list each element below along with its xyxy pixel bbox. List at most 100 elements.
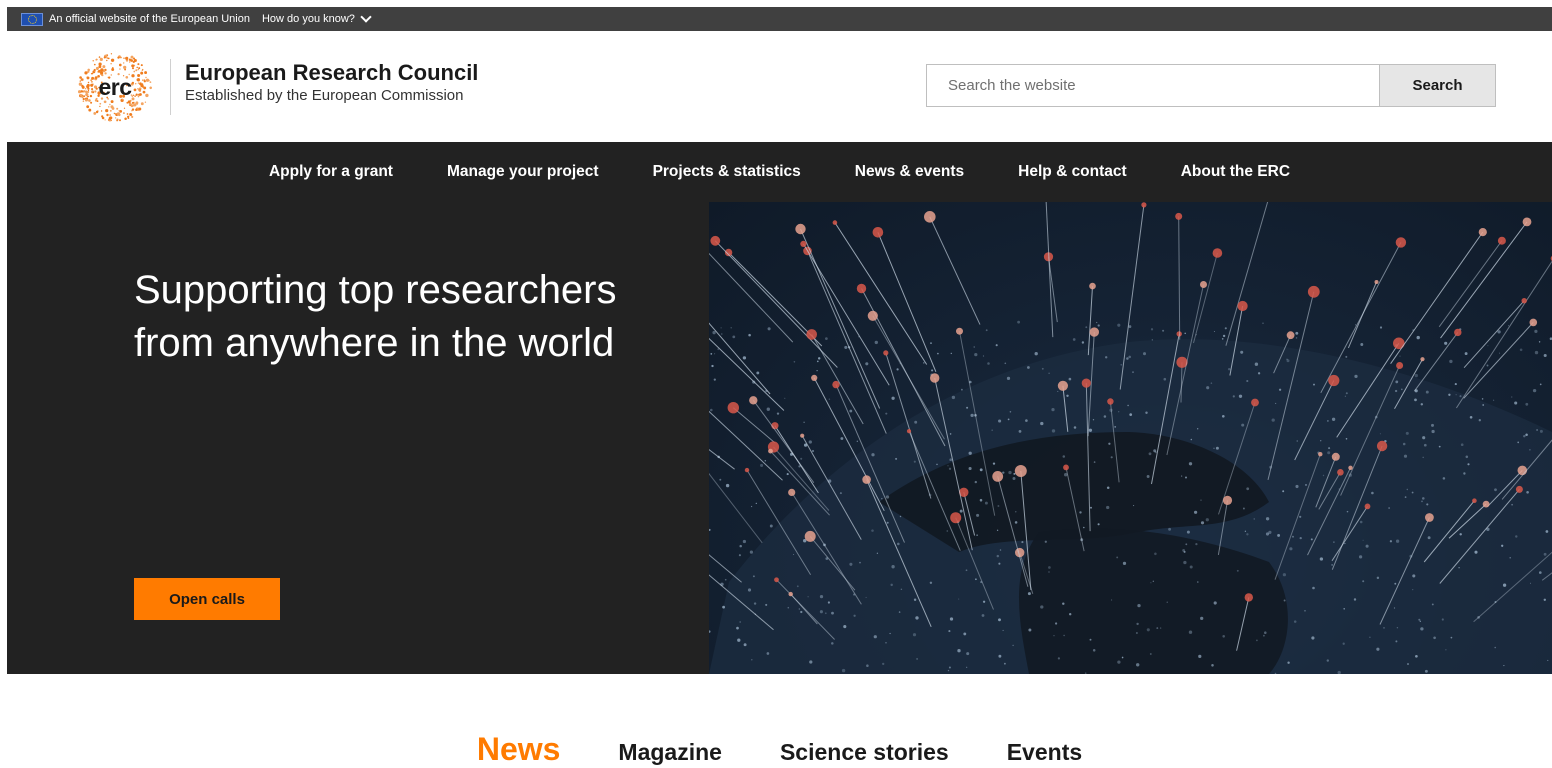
nav-item-apply-for-a-grant[interactable]: Apply for a grant bbox=[269, 163, 393, 181]
city-light bbox=[1333, 541, 1335, 543]
nav-item-help-contact[interactable]: Help & contact bbox=[1018, 163, 1127, 181]
city-light bbox=[1210, 382, 1213, 384]
city-light bbox=[1200, 499, 1202, 501]
city-light bbox=[800, 457, 803, 460]
city-light bbox=[1135, 632, 1138, 634]
city-light bbox=[1116, 556, 1119, 559]
city-light bbox=[808, 440, 812, 444]
city-light bbox=[881, 497, 883, 500]
city-light bbox=[1262, 322, 1264, 324]
network-line bbox=[834, 222, 928, 365]
city-light bbox=[898, 611, 901, 613]
city-light bbox=[1198, 654, 1202, 659]
tab-events[interactable]: Events bbox=[1007, 739, 1082, 768]
how-do-you-know-toggle[interactable]: How do you know? bbox=[262, 11, 372, 25]
city-light bbox=[1253, 518, 1255, 520]
city-light bbox=[1292, 535, 1294, 538]
erc-logo[interactable]: erc bbox=[75, 50, 155, 124]
city-light bbox=[1343, 608, 1345, 610]
tab-magazine[interactable]: Magazine bbox=[618, 739, 722, 768]
city-light bbox=[767, 327, 771, 331]
city-light bbox=[1017, 320, 1021, 324]
network-node bbox=[832, 220, 838, 225]
network-node bbox=[1395, 237, 1407, 248]
city-light bbox=[916, 657, 919, 660]
city-light bbox=[1079, 511, 1082, 514]
nav-item-about-the-erc[interactable]: About the ERC bbox=[1181, 163, 1290, 181]
search-button[interactable]: Search bbox=[1379, 65, 1495, 106]
network-node bbox=[1364, 503, 1371, 510]
city-light bbox=[1407, 663, 1409, 665]
network-node bbox=[1107, 398, 1114, 405]
city-light bbox=[1414, 373, 1418, 378]
city-light bbox=[849, 562, 853, 566]
city-light bbox=[1353, 598, 1357, 601]
city-light bbox=[1362, 539, 1364, 541]
city-light bbox=[1293, 620, 1297, 623]
city-light bbox=[1497, 330, 1501, 334]
nav-item-projects-statistics[interactable]: Projects & statistics bbox=[653, 163, 801, 181]
city-light bbox=[1186, 530, 1190, 534]
open-calls-button[interactable]: Open calls bbox=[134, 578, 280, 620]
city-light bbox=[817, 357, 821, 360]
city-light bbox=[798, 608, 800, 610]
city-light bbox=[973, 346, 975, 348]
city-light bbox=[722, 605, 725, 609]
network-line bbox=[1087, 286, 1093, 356]
city-light bbox=[912, 633, 917, 637]
city-light bbox=[1025, 419, 1028, 422]
network-node bbox=[1521, 298, 1527, 304]
city-light bbox=[751, 659, 753, 661]
city-light bbox=[1494, 646, 1496, 649]
search-input[interactable] bbox=[927, 65, 1379, 106]
nav-item-news-events[interactable]: News & events bbox=[855, 163, 964, 181]
city-light bbox=[1057, 657, 1061, 660]
network-node bbox=[1089, 327, 1099, 337]
network-node bbox=[1307, 285, 1320, 298]
network-node bbox=[1454, 328, 1462, 337]
city-light bbox=[951, 395, 956, 400]
city-light bbox=[819, 610, 823, 614]
city-light bbox=[1474, 550, 1478, 554]
eu-official-text: An official website of the European Unio… bbox=[49, 13, 250, 25]
city-light bbox=[885, 641, 887, 644]
city-light bbox=[947, 669, 950, 672]
city-light bbox=[1097, 324, 1100, 327]
city-light bbox=[1106, 486, 1110, 489]
city-light bbox=[1117, 323, 1121, 327]
city-light bbox=[1014, 521, 1018, 524]
city-light bbox=[930, 342, 932, 344]
network-line bbox=[1463, 300, 1525, 369]
network-node bbox=[1081, 378, 1091, 388]
city-light bbox=[997, 505, 1000, 507]
city-light bbox=[1415, 654, 1418, 658]
network-line bbox=[1455, 260, 1552, 409]
city-light bbox=[1395, 640, 1398, 643]
city-light bbox=[750, 505, 753, 508]
city-light bbox=[1057, 390, 1059, 392]
city-light bbox=[1129, 413, 1133, 416]
nav-item-manage-your-project[interactable]: Manage your project bbox=[447, 163, 599, 181]
brand[interactable]: European Research Council Established by… bbox=[185, 60, 478, 105]
city-light bbox=[981, 614, 985, 617]
erc-logo-text: erc bbox=[98, 73, 132, 100]
city-light bbox=[1040, 421, 1044, 426]
network-line bbox=[807, 250, 887, 434]
city-light bbox=[1108, 442, 1111, 445]
city-light bbox=[1213, 331, 1215, 332]
city-light bbox=[1150, 582, 1152, 584]
city-light bbox=[849, 409, 853, 413]
city-light bbox=[1040, 605, 1044, 609]
city-light bbox=[1502, 583, 1507, 587]
city-light bbox=[1344, 542, 1346, 545]
tab-news[interactable]: News bbox=[477, 731, 561, 768]
city-light bbox=[1082, 526, 1085, 529]
tab-science-stories[interactable]: Science stories bbox=[780, 739, 949, 768]
city-light bbox=[1423, 443, 1427, 447]
city-light bbox=[1181, 475, 1183, 477]
city-light bbox=[1312, 586, 1315, 590]
city-light bbox=[1539, 429, 1543, 433]
city-light bbox=[963, 632, 967, 636]
city-light bbox=[1299, 515, 1302, 518]
city-light bbox=[1232, 395, 1235, 398]
